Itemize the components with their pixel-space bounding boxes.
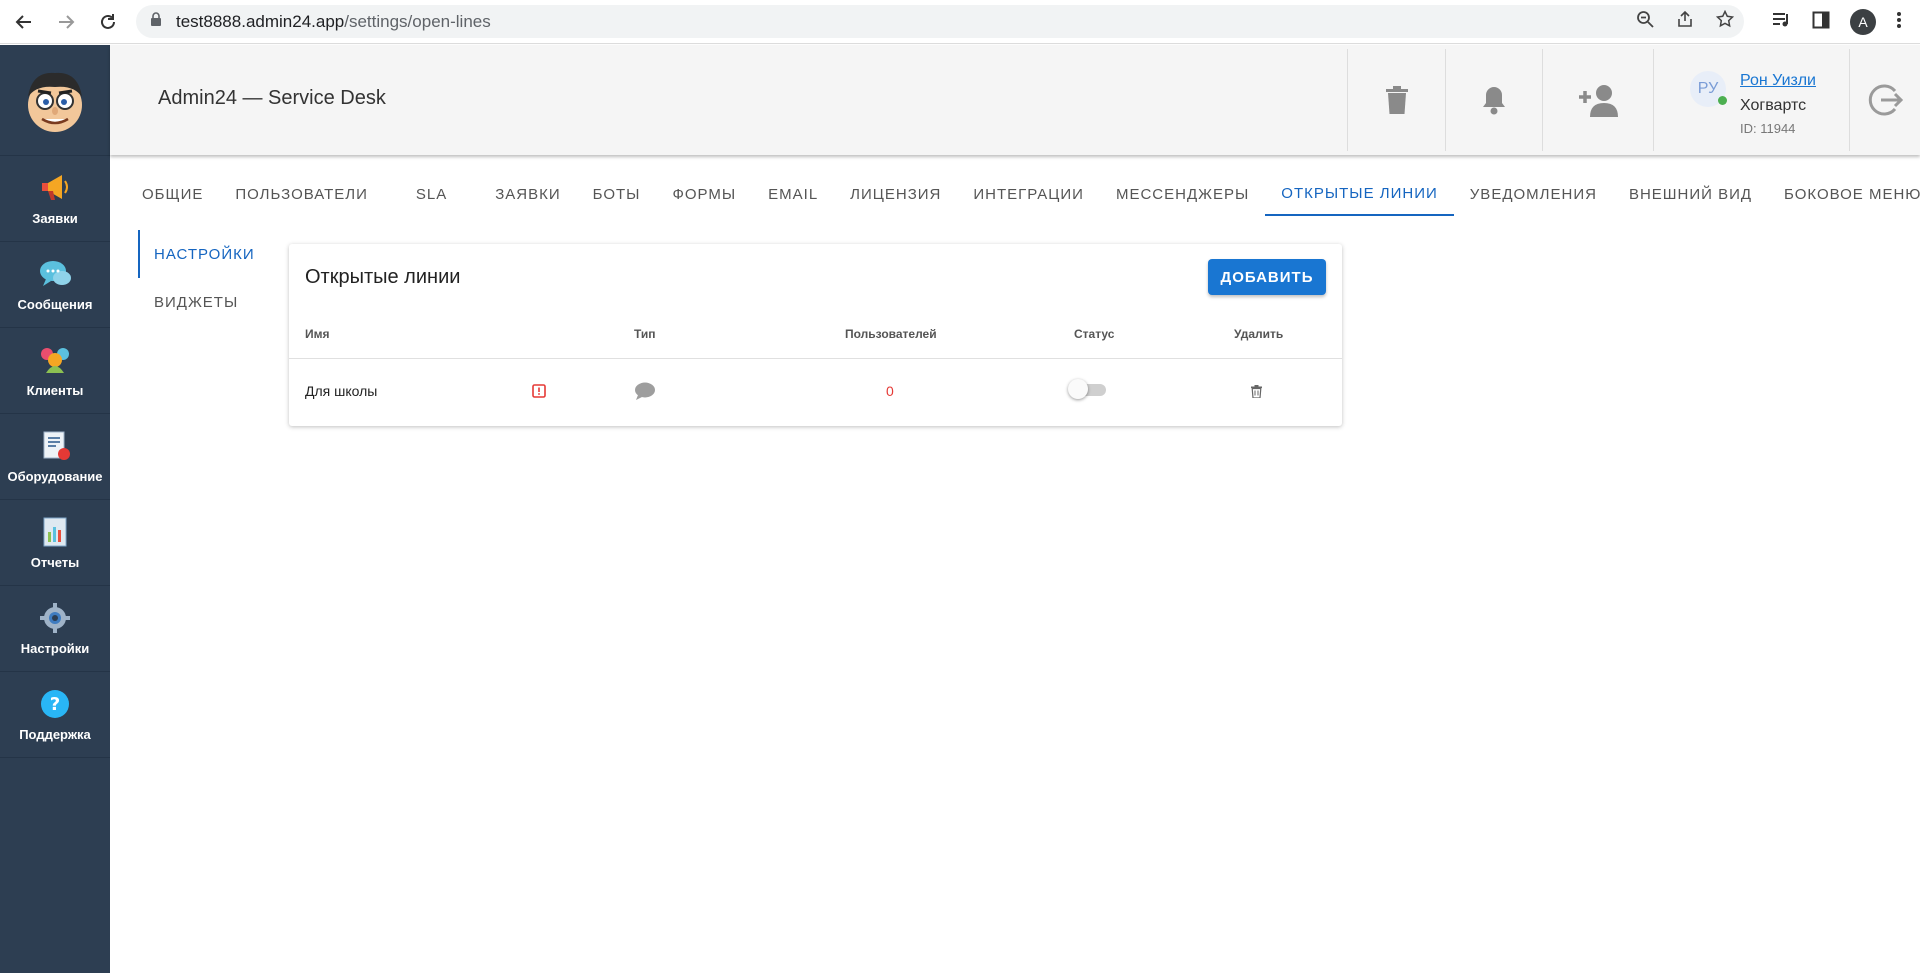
- tab-notifications[interactable]: Уведомления: [1454, 172, 1613, 216]
- tab-appearance[interactable]: Внешний вид: [1613, 172, 1768, 216]
- url-text: test8888.admin24.app/settings/open-lines: [176, 11, 491, 31]
- equipment-icon: [38, 429, 72, 463]
- bell-icon: [1483, 87, 1505, 115]
- sidebar-item-messages[interactable]: Сообщения: [0, 242, 110, 328]
- user-id: ID: 11944: [1740, 121, 1796, 136]
- status-toggle[interactable]: [1068, 379, 1106, 399]
- add-user-button[interactable]: [1542, 49, 1653, 151]
- tab-forms[interactable]: Формы: [656, 172, 752, 216]
- tab-sla[interactable]: SLA: [384, 172, 479, 216]
- user-profile: РУ Рон Уизли Хогвартс ID: 11944: [1653, 49, 1849, 151]
- address-bar[interactable]: test8888.admin24.app/settings/open-lines: [136, 5, 1744, 38]
- sidebar-item-reports[interactable]: Отчеты: [0, 500, 110, 586]
- column-header-type: Тип: [634, 327, 656, 341]
- open-lines-subtabs: НАСТРОЙКИ ВИДЖЕТЫ: [138, 230, 268, 326]
- user-organization: Хогвартс: [1740, 97, 1807, 114]
- column-header-name: Имя: [305, 327, 330, 341]
- svg-text:?: ?: [50, 694, 60, 715]
- tab-requests[interactable]: Заявки: [479, 172, 576, 216]
- card-title: Открытые линии: [305, 266, 461, 288]
- people-icon: [38, 343, 72, 377]
- megaphone-icon: [38, 171, 72, 205]
- add-user-icon: [1579, 85, 1618, 117]
- tab-email[interactable]: Email: [752, 172, 834, 216]
- chat-bubbles-icon: [38, 257, 72, 291]
- column-header-users: Пользователей: [845, 327, 937, 341]
- add-button[interactable]: ДОБАВИТЬ: [1208, 259, 1326, 295]
- tab-general[interactable]: Общие: [126, 172, 219, 216]
- row-users-count: 0: [886, 383, 894, 399]
- warning-icon[interactable]: [532, 384, 546, 401]
- profile-avatar[interactable]: A: [1850, 9, 1876, 35]
- trash-button[interactable]: [1347, 49, 1445, 151]
- sidebar-item-clients[interactable]: Клиенты: [0, 328, 110, 414]
- column-header-delete: Удалить: [1234, 327, 1284, 341]
- notifications-button[interactable]: [1445, 49, 1542, 151]
- sidebar-item-equipment[interactable]: Оборудование: [0, 414, 110, 500]
- tab-license[interactable]: Лицензия: [834, 172, 957, 216]
- settings-tabs: Общие Пользователи SLA Заявки Боты Формы…: [126, 172, 1920, 216]
- help-icon: ?: [38, 687, 72, 721]
- user-name-link[interactable]: Рон Уизли: [1740, 72, 1816, 90]
- browser-toolbar: test8888.admin24.app/settings/open-lines…: [0, 0, 1920, 44]
- kebab-menu-icon[interactable]: [1896, 11, 1902, 34]
- side-panel-icon[interactable]: [1812, 11, 1830, 34]
- chat-type-icon: [634, 382, 656, 403]
- app-header: Admin24 — Service Desk РУ Рон Уизли Хогв…: [110, 45, 1920, 155]
- subtab-widgets[interactable]: ВИДЖЕТЫ: [138, 278, 268, 326]
- cartoon-face-logo: [28, 72, 82, 132]
- open-lines-card: Открытые линии ДОБАВИТЬ Имя Тип Пользова…: [289, 244, 1342, 426]
- sidebar-item-requests[interactable]: Заявки: [0, 156, 110, 242]
- tab-integrations[interactable]: Интеграции: [957, 172, 1100, 216]
- delete-row-icon[interactable]: [1251, 385, 1262, 401]
- column-header-status: Статус: [1074, 327, 1115, 341]
- tab-bots[interactable]: Боты: [577, 172, 657, 216]
- tab-open-lines[interactable]: Открытые линии: [1265, 172, 1454, 216]
- zoom-icon[interactable]: [1636, 10, 1654, 33]
- online-status-dot: [1718, 96, 1727, 105]
- logout-icon: [1868, 84, 1903, 116]
- logout-button[interactable]: [1849, 49, 1920, 151]
- row-name[interactable]: Для школы: [305, 383, 377, 399]
- gear-icon: [38, 601, 72, 635]
- tab-messengers[interactable]: Мессенджеры: [1100, 172, 1265, 216]
- back-icon[interactable]: [6, 4, 42, 40]
- lock-icon: [150, 12, 162, 31]
- tab-side-menu[interactable]: Боковое меню: [1768, 172, 1920, 216]
- toggle-knob: [1068, 379, 1088, 399]
- reload-icon[interactable]: [90, 4, 126, 40]
- app-logo[interactable]: [0, 45, 110, 156]
- main-sidebar: Заявки Сообщения Клиенты Оборудование От…: [0, 45, 110, 973]
- bookmark-star-icon[interactable]: [1715, 9, 1735, 33]
- trash-icon: [1385, 86, 1408, 114]
- share-icon[interactable]: [1676, 10, 1694, 33]
- subtab-settings[interactable]: НАСТРОЙКИ: [138, 230, 268, 278]
- tab-users[interactable]: Пользователи: [219, 172, 384, 216]
- app-title: Admin24 — Service Desk: [158, 87, 386, 109]
- media-control-icon[interactable]: [1772, 11, 1792, 34]
- sidebar-item-support[interactable]: ? Поддержка: [0, 672, 110, 758]
- sidebar-item-settings[interactable]: Настройки: [0, 586, 110, 672]
- report-icon: [38, 515, 72, 549]
- forward-icon[interactable]: [48, 4, 84, 40]
- header-divider: [289, 358, 1342, 359]
